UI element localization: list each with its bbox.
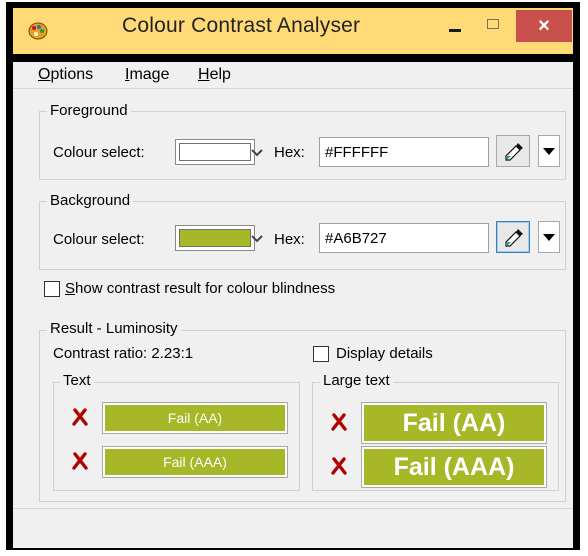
display-details-checkbox[interactable] [313,346,329,362]
result-group-title: Result - Luminosity [47,320,181,337]
large-text-group-title: Large text [320,372,393,389]
colour-blindness-label[interactable]: Show contrast result for colour blindnes… [65,280,335,297]
fail-x-icon [72,452,88,470]
close-icon: × [538,14,550,37]
minimize-icon [449,28,461,32]
close-button[interactable]: × [516,10,572,42]
background-group-title: Background [47,192,134,209]
menu-image[interactable]: Image [125,66,169,84]
bg-eyedropper-button[interactable] [496,221,530,253]
fg-colour-select[interactable] [175,139,255,165]
bg-colour-swatch [179,229,251,247]
bg-colour-select-label: Colour select: [53,231,145,248]
contrast-ratio: Contrast ratio: 2.23:1 [53,345,194,362]
bg-hex-label: Hex: [274,231,305,248]
foreground-group-title: Foreground [47,102,131,119]
display-details-label[interactable]: Display details [336,345,433,362]
menu-bar: Options Image Help [13,62,573,89]
bg-chevron-down-icon[interactable] [250,232,264,246]
maximize-icon [487,19,499,29]
colour-blindness-checkbox[interactable] [44,281,60,297]
menu-options[interactable]: Options [38,66,93,84]
fg-colour-select-label: Colour select: [53,144,145,161]
bg-hex-input[interactable]: #A6B727 [319,223,489,253]
fg-eyedropper-button[interactable] [496,135,530,167]
text-aa-result: Fail (AA) [102,402,288,434]
fg-dropdown-arrow-icon [543,148,555,155]
eyedropper-icon [505,143,523,161]
palette-icon[interactable] [28,22,48,40]
large-aa-result: Fail (AA) [361,402,547,444]
text-aaa-result: Fail (AAA) [102,446,288,478]
bg-options-dropdown[interactable] [538,221,560,253]
fail-x-icon [331,413,347,431]
minimize-button[interactable] [440,8,470,40]
fail-x-icon [72,408,88,426]
menu-help[interactable]: Help [198,66,231,84]
bg-dropdown-arrow-icon [543,234,555,241]
maximize-button[interactable] [478,8,508,40]
eyedropper-icon [505,229,523,247]
text-group-title: Text [60,372,94,389]
large-aaa-result: Fail (AAA) [361,446,547,488]
status-bar [13,508,573,548]
fg-options-dropdown[interactable] [538,135,560,167]
fail-x-icon [331,457,347,475]
fg-hex-label: Hex: [274,144,305,161]
fg-chevron-down-icon[interactable] [250,146,264,160]
fg-hex-input[interactable]: #FFFFFF [319,137,489,167]
fg-colour-swatch [179,143,251,161]
window-title: Colour Contrast Analyser [122,14,361,37]
bg-colour-select[interactable] [175,225,255,251]
